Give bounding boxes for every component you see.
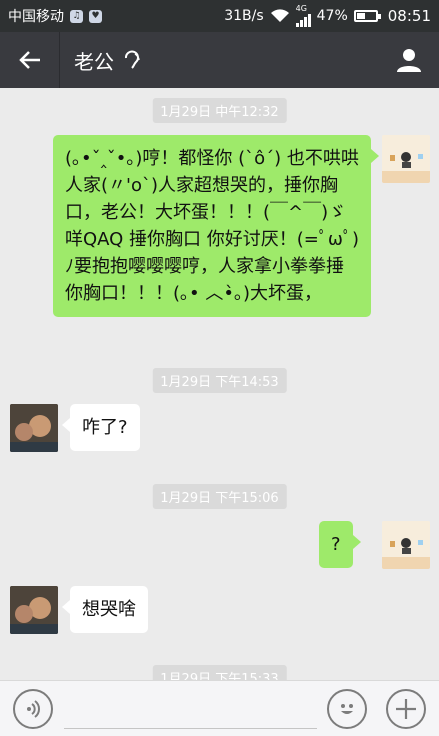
message-bubble-received[interactable]: 想哭啥 [62,586,148,633]
message-list[interactable]: 1月29日 中午12:32 (｡•ˇ‸ˇ•｡)哼！都怪你 (`ô´) 也不哄哄人… [0,88,439,680]
battery-icon [353,10,381,22]
message-bubble-sent[interactable]: ? [319,521,361,568]
earpiece-mode-icon [122,50,140,70]
notification-icon: ♫ [70,9,83,23]
clock: 08:51 [387,7,431,25]
chat-profile-button[interactable] [393,44,425,76]
more-button[interactable] [386,689,426,729]
timestamp: 1月29日 中午12:32 [152,98,287,123]
carrier-label: 中国移动 [8,9,64,25]
notification-icon-2: ♥ [89,9,102,23]
emoji-button[interactable] [327,689,367,729]
back-arrow-icon [18,51,40,69]
timestamp: 1月29日 下午15:06 [152,484,287,509]
contact-avatar[interactable] [10,586,58,634]
message-bubble-received[interactable]: 咋了? [62,404,140,451]
signal-icon [295,13,311,27]
message-text: ? [331,534,341,555]
back-button[interactable] [0,32,60,88]
message-text: 咋了? [82,417,128,438]
plus-icon [396,699,416,719]
input-bar [0,680,439,736]
message-bubble-sent[interactable]: (｡•ˇ‸ˇ•｡)哼！都怪你 (`ô´) 也不哄哄人家(〃'o`)人家超想哭的，… [53,135,379,317]
message-input[interactable] [64,689,317,729]
chat-header: 老公 [0,32,439,88]
timestamp: 1月29日 下午15:33 [152,665,287,680]
network-type: 4G [295,4,307,13]
emoji-icon [341,704,353,714]
battery-percent: 47% [316,8,348,24]
voice-button[interactable] [13,689,53,729]
voice-icon [27,700,40,718]
net-speed: 31B/s [224,8,264,24]
message-text: 想哭啥 [82,599,136,620]
timestamp: 1月29日 下午14:53 [152,368,287,393]
my-avatar[interactable] [382,135,430,183]
chat-title: 老公 [74,49,114,74]
status-bar: 中国移动 ♫ ♥ 31B/s 4G 47% 08:51 [0,0,439,32]
message-text: (｡•ˇ‸ˇ•｡)哼！都怪你 (`ô´) 也不哄哄人家(〃'o`)人家超想哭的，… [65,148,359,304]
my-avatar[interactable] [382,521,430,569]
wifi-icon [270,9,289,22]
person-icon [397,49,421,72]
contact-avatar[interactable] [10,404,58,452]
